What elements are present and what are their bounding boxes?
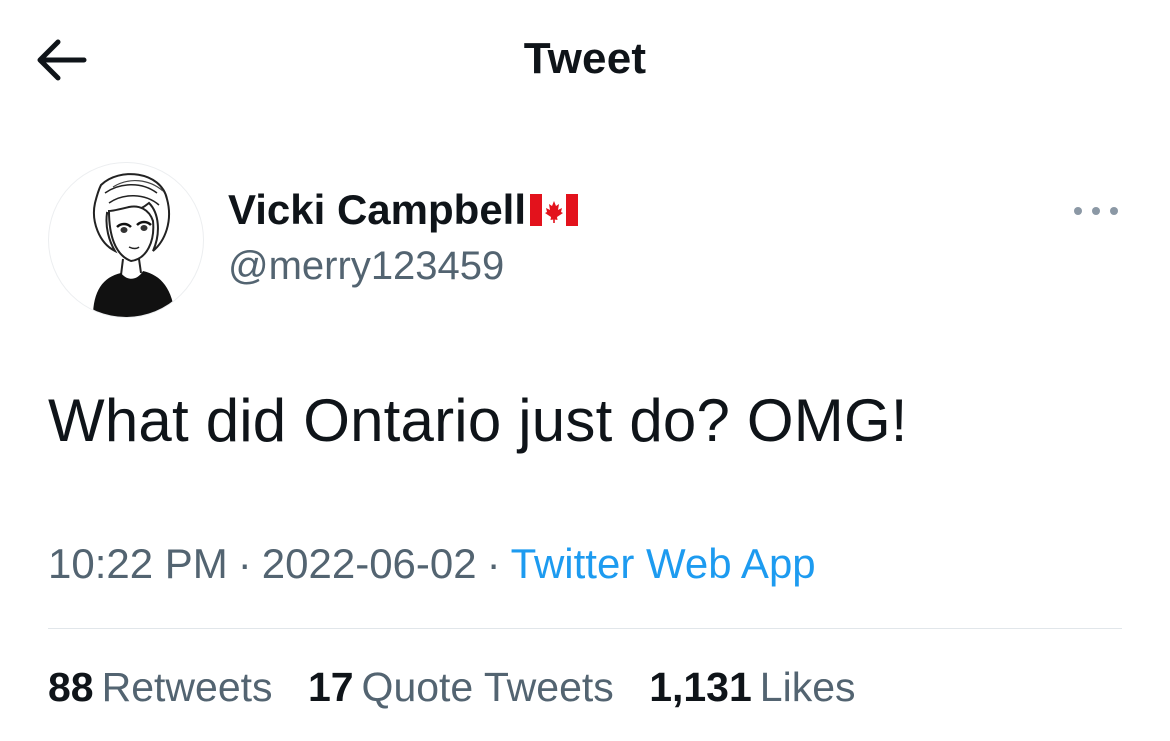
- author-display-name[interactable]: Vicki Campbell: [228, 186, 579, 234]
- avatar[interactable]: [48, 162, 204, 318]
- top-bar: Tweet: [0, 0, 1170, 120]
- page-title: Tweet: [523, 34, 647, 83]
- retweets-stat[interactable]: 88 Retweets: [48, 664, 273, 711]
- likes-label: Likes: [759, 664, 856, 710]
- cartoon-avatar-icon: [93, 173, 175, 317]
- engagement-stats: 88 Retweets 17 Quote Tweets 1,131 Likes: [48, 664, 880, 711]
- likes-stat[interactable]: 1,131 Likes: [649, 664, 855, 711]
- quote-tweets-count: 17: [307, 664, 354, 710]
- likes-count: 1,131: [649, 664, 752, 710]
- tweet-time[interactable]: 10:22 PM: [48, 540, 228, 587]
- retweets-count: 88: [48, 664, 94, 710]
- more-horizontal-icon: [1074, 207, 1118, 215]
- tweet-date[interactable]: 2022-06-02: [262, 540, 477, 587]
- retweets-label: Retweets: [101, 664, 273, 710]
- author-handle[interactable]: @merry123459: [228, 244, 504, 289]
- author-name-text: Vicki Campbell: [228, 186, 527, 233]
- quote-tweets-label: Quote Tweets: [361, 664, 614, 710]
- tweet-meta: 10:22 PM · 2022-06-02 · Twitter Web App: [48, 540, 816, 588]
- meta-separator: ·: [237, 540, 252, 587]
- quote-tweets-stat[interactable]: 17 Quote Tweets: [308, 664, 614, 711]
- meta-separator: ·: [486, 540, 501, 587]
- tweet-text: What did Ontario just do? OMG!: [48, 387, 908, 454]
- divider: [48, 628, 1122, 629]
- more-options-button[interactable]: [1068, 196, 1124, 226]
- tweet-source-link[interactable]: Twitter Web App: [511, 540, 816, 587]
- canada-flag-icon: [530, 194, 579, 226]
